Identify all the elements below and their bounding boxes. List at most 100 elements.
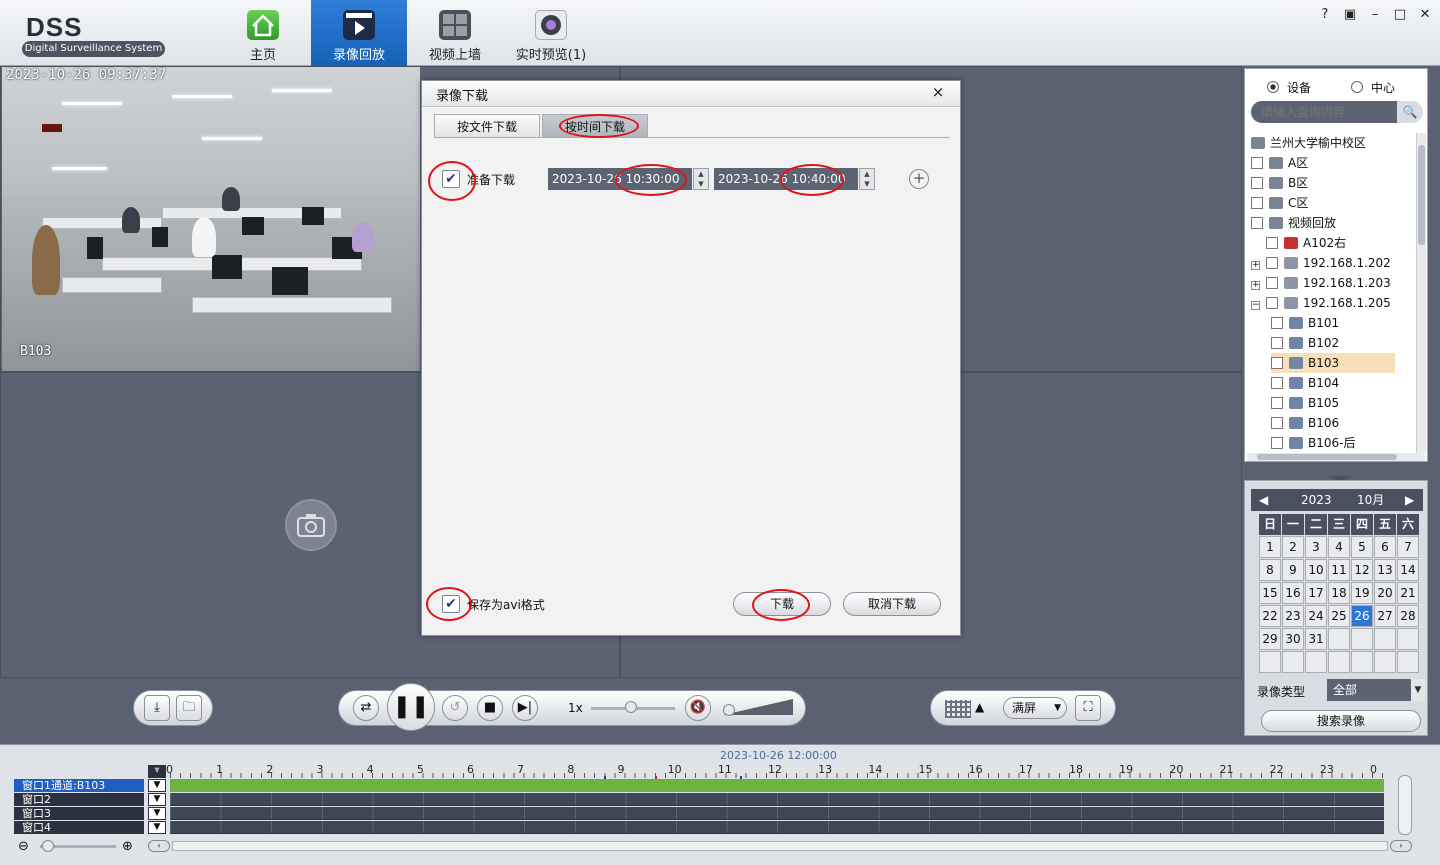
tab-by-file[interactable]: 按文件下载 xyxy=(434,114,540,138)
calendar-day[interactable]: 27 xyxy=(1374,605,1396,627)
calendar-day[interactable]: 12 xyxy=(1351,559,1373,581)
calendar-day[interactable]: 9 xyxy=(1282,559,1304,581)
calendar-day[interactable]: 26 xyxy=(1351,605,1373,627)
tree-checkbox[interactable] xyxy=(1271,397,1283,409)
tree-checkbox[interactable] xyxy=(1251,217,1263,229)
end-time-spinner[interactable]: ▲ ▼ xyxy=(859,168,875,190)
timeline-channel-label[interactable]: 窗口3 xyxy=(14,807,144,820)
calendar-day[interactable]: 15 xyxy=(1259,582,1281,604)
channel-dropdown-icon[interactable]: ▼ xyxy=(148,821,166,834)
tree-node[interactable]: 视频回放 xyxy=(1251,213,1336,233)
calendar-day[interactable]: 1 xyxy=(1259,536,1281,558)
calendar-day[interactable]: 7 xyxy=(1397,536,1419,558)
search-icon[interactable]: 🔍 xyxy=(1397,101,1423,123)
search-input[interactable] xyxy=(1251,101,1397,123)
tree-node[interactable]: A区 xyxy=(1251,153,1308,173)
tree-checkbox[interactable] xyxy=(1266,237,1278,249)
timeline-channel-label[interactable]: 窗口4 xyxy=(14,821,144,834)
tree-checkbox[interactable] xyxy=(1266,257,1278,269)
tree-checkbox[interactable] xyxy=(1251,157,1263,169)
video-feed[interactable]: 2023-10-26 09:37:37 B103 xyxy=(2,67,420,371)
tree-checkbox[interactable] xyxy=(1271,377,1283,389)
help-button[interactable]: ? xyxy=(1314,7,1336,25)
expand-toggle-icon[interactable]: − xyxy=(1251,301,1260,310)
zoom-out-icon[interactable]: ⊖ xyxy=(18,839,29,854)
tree-checkbox[interactable] xyxy=(1271,417,1283,429)
next-month-button[interactable]: ▶ xyxy=(1405,489,1414,511)
timeline-horizontal-scrollbar[interactable] xyxy=(172,841,1388,851)
tree-vertical-scrollbar[interactable] xyxy=(1416,133,1426,453)
tree-node[interactable]: 兰州大学榆中校区 xyxy=(1251,133,1366,153)
calendar-day[interactable]: 24 xyxy=(1305,605,1327,627)
nav-tab-video-wall[interactable]: 视频上墙 xyxy=(407,0,503,66)
tree-node[interactable]: − 192.168.1.205 xyxy=(1251,293,1391,313)
tree-node[interactable]: B104 xyxy=(1271,373,1339,393)
calendar-day[interactable]: 16 xyxy=(1282,582,1304,604)
tree-checkbox[interactable] xyxy=(1271,317,1283,329)
tree-checkbox[interactable] xyxy=(1266,277,1278,289)
rewind-icon[interactable]: ↺ xyxy=(442,695,468,721)
scroll-left-icon[interactable]: ‹ xyxy=(148,840,170,852)
fullscreen-icon[interactable]: ⛶ xyxy=(1075,695,1101,721)
dialog-close-button[interactable]: × xyxy=(928,83,948,101)
timeline-row[interactable] xyxy=(170,807,1384,820)
record-type-select[interactable]: 全部 ▼ xyxy=(1327,679,1425,701)
tree-node[interactable]: B106 xyxy=(1271,413,1339,433)
layout-arrow-icon[interactable]: ▲ xyxy=(975,700,984,714)
calendar-day[interactable]: 19 xyxy=(1351,582,1373,604)
nav-tab-live-preview[interactable]: 实时预览(1) xyxy=(503,0,599,66)
tree-checkbox[interactable] xyxy=(1271,337,1283,349)
channel-dropdown-icon[interactable]: ▼ xyxy=(148,793,166,806)
timeline-row[interactable] xyxy=(170,779,1384,792)
timeline-channel-label[interactable]: 窗口2 xyxy=(14,793,144,806)
volume-slider-handle[interactable] xyxy=(723,704,735,716)
cancel-download-button[interactable]: 取消下载 xyxy=(843,592,941,616)
lock-button[interactable]: ▣ xyxy=(1339,7,1361,25)
calendar-day[interactable]: 3 xyxy=(1305,536,1327,558)
tree-node[interactable]: C区 xyxy=(1251,193,1308,213)
tree-checkbox[interactable] xyxy=(1251,197,1263,209)
prev-month-button[interactable]: ◀ xyxy=(1259,489,1268,511)
tree-node[interactable]: +192.168.1.202 xyxy=(1251,253,1391,273)
calendar-day[interactable]: 6 xyxy=(1374,536,1396,558)
timeline-row[interactable] xyxy=(170,793,1384,806)
recording-segment[interactable] xyxy=(170,779,1384,792)
calendar-day[interactable]: 11 xyxy=(1328,559,1350,581)
timeline-channel-label[interactable]: 窗口1通道:B103 xyxy=(14,779,144,792)
tree-node[interactable]: B106-后 xyxy=(1271,433,1355,453)
calendar-day[interactable]: 30 xyxy=(1282,628,1304,650)
expand-toggle-icon[interactable]: + xyxy=(1251,261,1260,270)
calendar-day[interactable]: 21 xyxy=(1397,582,1419,604)
tree-checkbox[interactable] xyxy=(1251,177,1263,189)
calendar-day[interactable]: 25 xyxy=(1328,605,1350,627)
tree-node[interactable]: B105 xyxy=(1271,393,1339,413)
tree-horizontal-scrollbar[interactable] xyxy=(1247,453,1425,461)
speed-slider-handle[interactable] xyxy=(625,701,637,713)
tree-node[interactable]: B103 xyxy=(1271,353,1395,373)
calendar-day[interactable]: 20 xyxy=(1374,582,1396,604)
tree-checkbox[interactable] xyxy=(1271,437,1283,449)
calendar-day[interactable]: 10 xyxy=(1305,559,1327,581)
mute-icon[interactable]: 🔇 xyxy=(685,695,711,721)
calendar-day[interactable]: 31 xyxy=(1305,628,1327,650)
scroll-right-icon[interactable]: › xyxy=(1390,840,1412,852)
tree-checkbox[interactable] xyxy=(1266,297,1278,309)
calendar-day[interactable]: 28 xyxy=(1397,605,1419,627)
minimize-button[interactable]: – xyxy=(1364,7,1386,25)
collapse-all-icon[interactable]: ⩔ xyxy=(148,765,166,778)
radio-center[interactable] xyxy=(1351,81,1363,93)
fullscreen-mode-select[interactable]: 满屏 ▼ xyxy=(1003,697,1067,719)
calendar-day[interactable]: 13 xyxy=(1374,559,1396,581)
tree-checkbox[interactable] xyxy=(1271,357,1283,369)
grid-layout-icon[interactable] xyxy=(945,700,971,718)
calendar-day[interactable]: 18 xyxy=(1328,582,1350,604)
step-forward-icon[interactable]: ▶| xyxy=(512,695,538,721)
zoom-slider-handle[interactable] xyxy=(42,840,54,852)
tree-node[interactable]: +192.168.1.203 xyxy=(1251,273,1391,293)
add-time-range-button[interactable]: + xyxy=(909,169,929,189)
calendar-day[interactable]: 23 xyxy=(1282,605,1304,627)
calendar-day[interactable]: 5 xyxy=(1351,536,1373,558)
maximize-button[interactable]: □ xyxy=(1389,7,1411,25)
download-icon[interactable]: ⤓ xyxy=(144,695,170,721)
timeline-row[interactable] xyxy=(170,821,1384,834)
